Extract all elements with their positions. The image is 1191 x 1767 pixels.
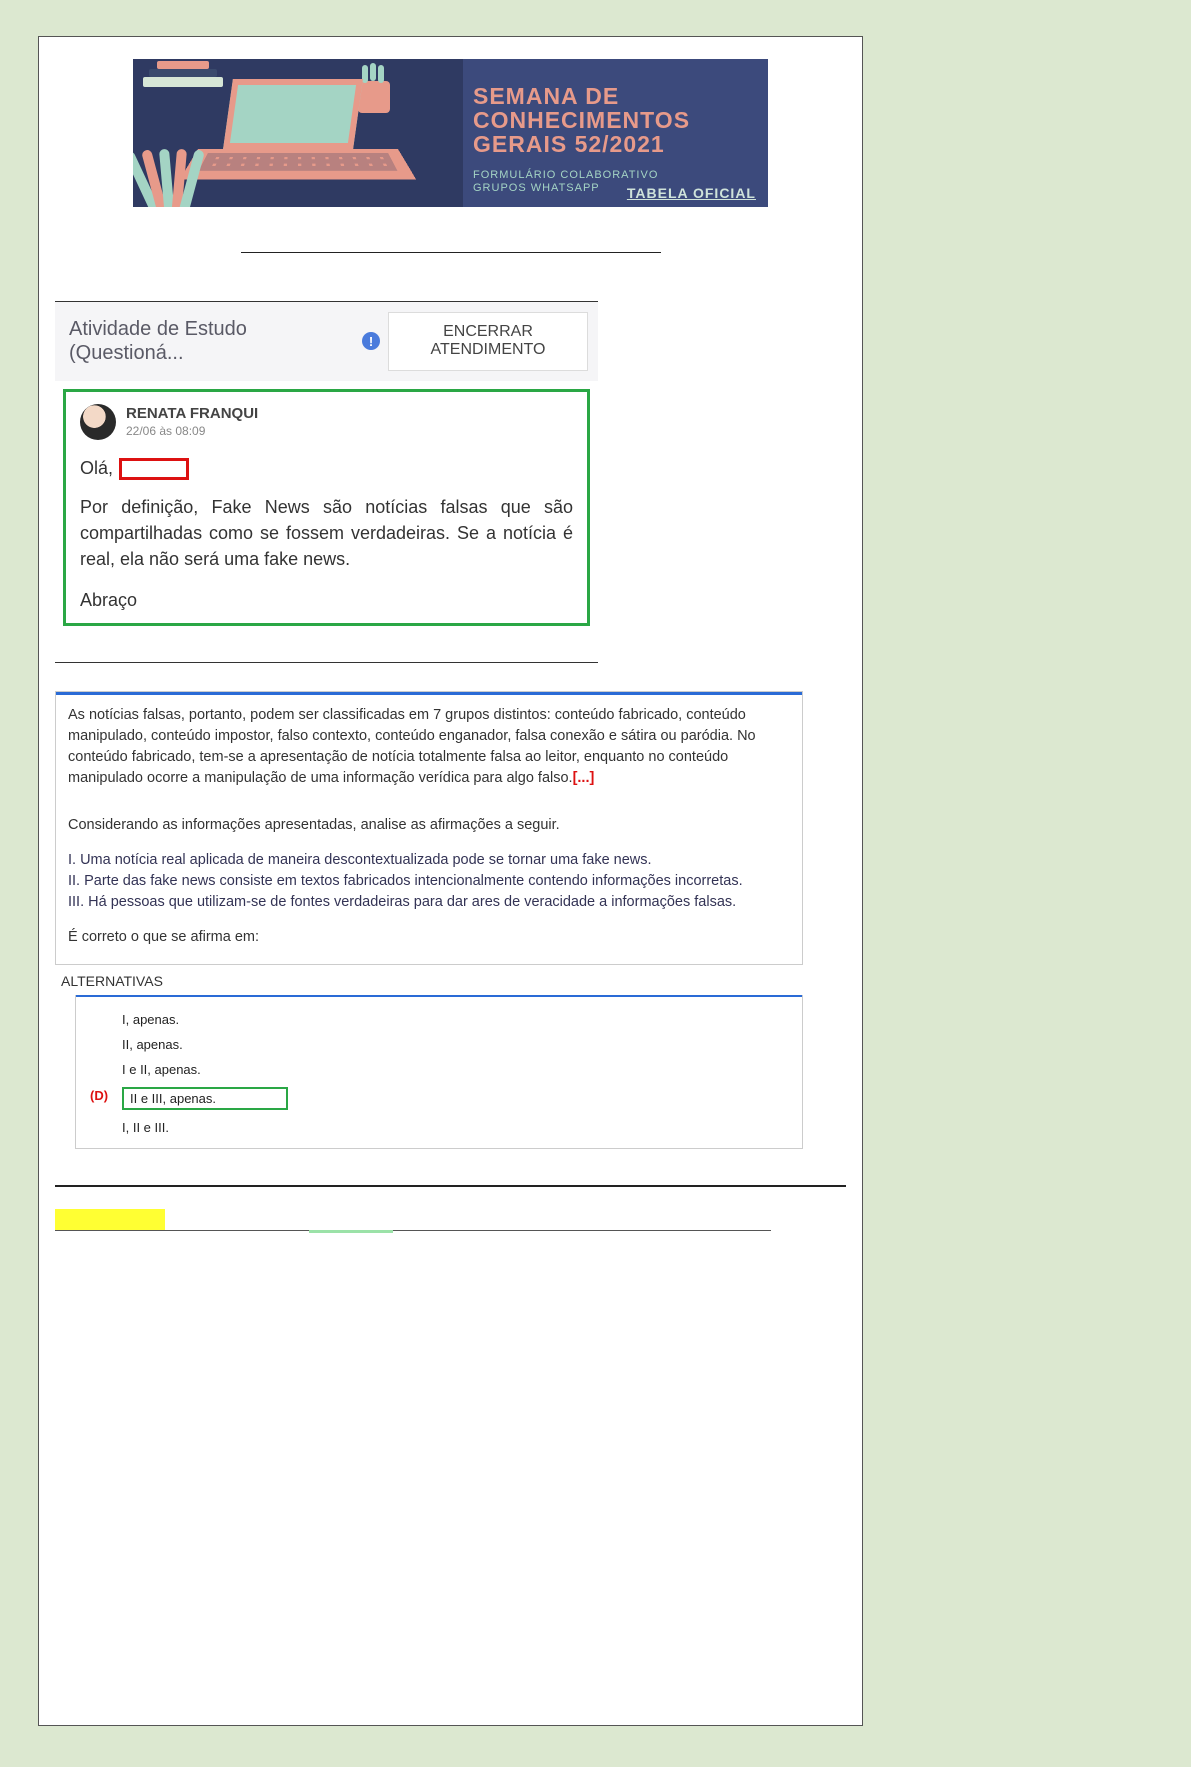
chat-greeting: Olá, <box>80 458 573 480</box>
avatar <box>80 404 116 440</box>
alternative-e[interactable]: I, II e III. <box>122 1115 802 1140</box>
chat-signoff: Abraço <box>80 590 573 611</box>
alternatives-header: ALTERNATIVAS <box>55 965 803 995</box>
banner-title-line2: CONHECIMENTOS <box>473 108 758 132</box>
ellipsis: [...] <box>573 770 595 786</box>
tabela-oficial-link[interactable]: TABELA OFICIAL <box>627 185 756 201</box>
highlight-letter-d: (D) <box>90 1088 108 1103</box>
author-name: RENATA FRANQUI <box>126 405 258 422</box>
alternative-d-highlight: II e III, apenas. <box>122 1087 288 1110</box>
alternative-a[interactable]: I, apenas. <box>122 1007 802 1032</box>
yellow-highlight <box>55 1209 165 1231</box>
question-card: As notícias falsas, portanto, podem ser … <box>55 691 803 1149</box>
chat-message: RENATA FRANQUI 22/06 às 08:09 Olá, Por d… <box>63 389 590 626</box>
question-prompt: É correto o que se afirma em: <box>68 927 790 948</box>
page-frame: SEMANA DE CONHECIMENTOS GERAIS 52/2021 F… <box>38 36 863 1726</box>
chat-body-wrap: RENATA FRANQUI 22/06 às 08:09 Olá, Por d… <box>55 381 598 634</box>
alternative-b[interactable]: II, apenas. <box>122 1032 802 1057</box>
chat-author: RENATA FRANQUI 22/06 às 08:09 <box>80 404 573 440</box>
statement-ii: II. Parte das fake news consiste em text… <box>68 871 790 892</box>
banner-title: SEMANA DE CONHECIMENTOS GERAIS 52/2021 <box>473 84 758 156</box>
alternative-c[interactable]: I e II, apenas. <box>122 1057 802 1082</box>
alternatives-box: I, apenas. II, apenas. I e II, apenas. (… <box>75 995 803 1149</box>
green-mark <box>309 1230 393 1233</box>
bottom-underline <box>55 1230 771 1231</box>
alternative-d[interactable]: (D) II e III, apenas. <box>122 1082 802 1115</box>
laptop-icon <box>198 79 398 189</box>
statement-iii: III. Há pessoas que utilizam-se de fonte… <box>68 892 790 913</box>
redacted-name-box <box>119 458 189 480</box>
chat-title: Atividade de Estudo (Questioná... <box>69 317 362 365</box>
chat-header: Atividade de Estudo (Questioná... ! ENCE… <box>55 302 598 381</box>
chat-screenshot: Atividade de Estudo (Questioná... ! ENCE… <box>55 301 598 663</box>
banner-title-line1: SEMANA DE <box>473 84 758 108</box>
author-date: 22/06 às 08:09 <box>126 424 258 438</box>
header-banner: SEMANA DE CONHECIMENTOS GERAIS 52/2021 F… <box>133 59 768 207</box>
banner-title-line3: GERAIS 52/2021 <box>473 132 758 156</box>
question-lead: Considerando as informações apresentadas… <box>68 815 790 836</box>
greeting-text: Olá, <box>80 458 113 479</box>
encerrar-atendimento-button[interactable]: ENCERRAR ATENDIMENTO <box>388 312 588 371</box>
divider <box>241 252 661 253</box>
banner-sub-line1: FORMULÁRIO COLABORATIVO <box>473 169 658 182</box>
leaves-icon <box>133 129 218 207</box>
info-icon[interactable]: ! <box>362 332 380 350</box>
statement-i: I. Uma notícia real aplicada de maneira … <box>68 850 790 871</box>
statements: I. Uma notícia real aplicada de maneira … <box>68 850 790 913</box>
banner-illustration <box>133 59 463 207</box>
question-context: As notícias falsas, portanto, podem ser … <box>68 707 756 786</box>
bottom-divider <box>55 1185 846 1187</box>
chat-body-text: Por definição, Fake News são notícias fa… <box>80 494 573 572</box>
